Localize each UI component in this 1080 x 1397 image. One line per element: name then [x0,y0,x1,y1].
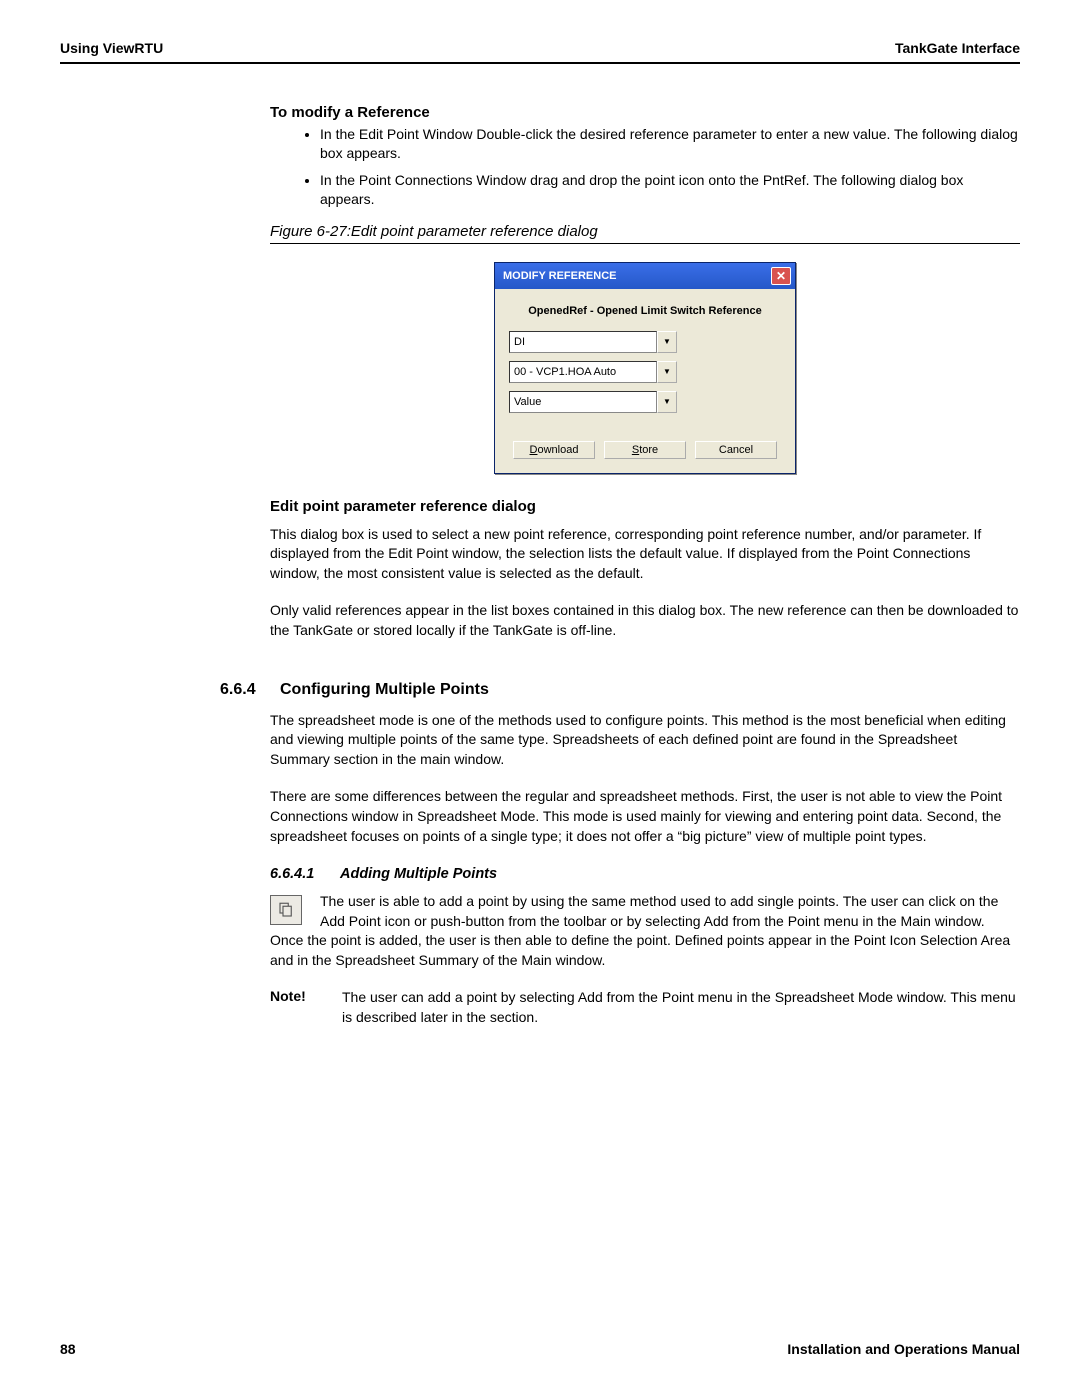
point-instance-combo[interactable]: 00 - VCP1.HOA Auto ▼ [509,361,677,383]
body-paragraph: The user is able to add a point by using… [270,892,1020,970]
edit-dialog-subhead: Edit point parameter reference dialog [270,498,1020,515]
modify-reference-dialog: MODIFY REFERENCE ✕ OpenedRef - Opened Li… [494,262,796,474]
modify-reference-steps: In the Edit Point Window Double-click th… [270,125,1020,209]
body-paragraph: The spreadsheet mode is one of the metho… [270,711,1020,770]
close-icon: ✕ [776,270,786,282]
subsection-title: Adding Multiple Points [340,866,497,882]
figure-caption: Figure 6-27:Edit point parameter referen… [270,223,1020,244]
list-item: In the Point Connections Window drag and… [320,171,1020,209]
list-item: In the Edit Point Window Double-click th… [320,125,1020,163]
dialog-reference-label: OpenedRef - Opened Limit Switch Referenc… [509,305,781,317]
point-type-value: DI [509,331,657,353]
subsection-number: 6.6.4.1 [270,866,340,882]
parameter-combo[interactable]: Value ▼ [509,391,677,413]
close-button[interactable]: ✕ [771,267,791,285]
page-header: Using ViewRTU TankGate Interface [60,40,1020,64]
dialog-titlebar: MODIFY REFERENCE ✕ [495,263,795,289]
section-title: Configuring Multiple Points [280,681,489,699]
chevron-down-icon[interactable]: ▼ [657,391,677,413]
note-text: The user can add a point by selecting Ad… [342,988,1020,1027]
download-button[interactable]: Download [513,441,595,459]
header-right: TankGate Interface [895,40,1020,56]
copy-icon [277,901,295,919]
note-label: Note! [270,988,342,1027]
point-instance-value: 00 - VCP1.HOA Auto [509,361,657,383]
page-number: 88 [60,1341,76,1357]
section-number: 6.6.4 [220,681,280,699]
footer-manual-title: Installation and Operations Manual [787,1341,1020,1357]
add-point-toolbar-icon [270,895,302,925]
chevron-down-icon[interactable]: ▼ [657,331,677,353]
body-paragraph: There are some differences between the r… [270,787,1020,846]
page-footer: 88 Installation and Operations Manual [60,1341,1020,1357]
point-type-combo[interactable]: DI ▼ [509,331,677,353]
chevron-down-icon[interactable]: ▼ [657,361,677,383]
cancel-button[interactable]: Cancel [695,441,777,459]
body-paragraph: Only valid references appear in the list… [270,601,1020,640]
parameter-value: Value [509,391,657,413]
modify-reference-heading: To modify a Reference [270,104,1020,121]
store-button[interactable]: Store [604,441,686,459]
dialog-title-text: MODIFY REFERENCE [503,270,616,282]
header-left: Using ViewRTU [60,40,163,56]
note-block: Note! The user can add a point by select… [270,988,1020,1027]
body-paragraph: This dialog box is used to select a new … [270,525,1020,584]
